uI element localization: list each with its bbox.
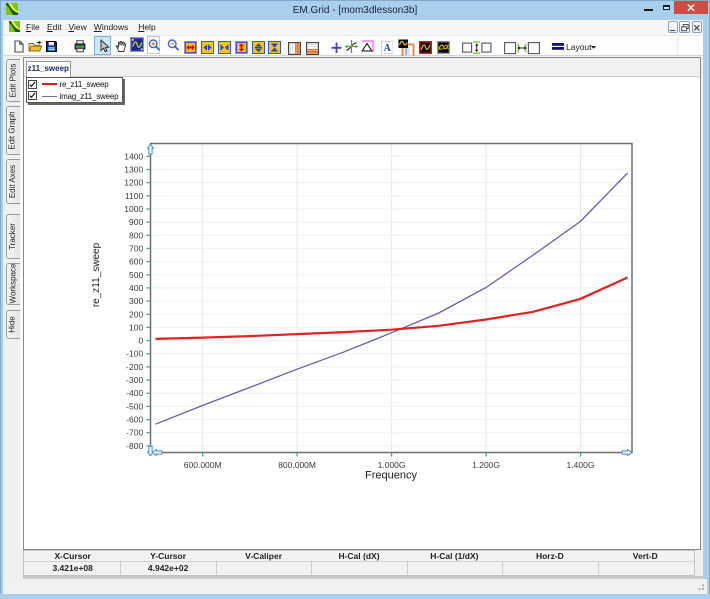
svg-text:-500: -500 [126, 401, 143, 411]
svg-text:1400: 1400 [124, 151, 143, 161]
svg-text:-400: -400 [126, 388, 143, 398]
svg-text:400: 400 [129, 283, 143, 293]
svg-text:1100: 1100 [125, 191, 144, 201]
svg-text:re_z11_sweep: re_z11_sweep [91, 242, 102, 307]
svg-text:1200: 1200 [124, 178, 143, 188]
svg-text:-600: -600 [126, 415, 143, 425]
svg-text:1.200G: 1.200G [472, 460, 500, 470]
svg-text:-300: -300 [126, 375, 143, 385]
svg-text:1.000G: 1.000G [378, 460, 406, 470]
svg-text:600.000M: 600.000M [184, 460, 222, 470]
svg-text:Frequency: Frequency [365, 470, 417, 482]
svg-text:800: 800 [129, 230, 143, 240]
svg-text:300: 300 [129, 296, 143, 306]
svg-text:100: 100 [129, 322, 143, 332]
svg-text:700: 700 [129, 243, 143, 253]
svg-text:800.000M: 800.000M [278, 460, 316, 470]
svg-text:1.400G: 1.400G [567, 460, 595, 470]
svg-text:1000: 1000 [124, 204, 143, 214]
svg-text:0: 0 [138, 336, 143, 346]
svg-text:-800: -800 [126, 441, 143, 451]
svg-text:200: 200 [129, 309, 143, 319]
svg-text:600: 600 [129, 257, 143, 267]
svg-text:-200: -200 [126, 362, 143, 372]
svg-text:-700: -700 [126, 428, 143, 438]
svg-text:1300: 1300 [124, 165, 143, 175]
svg-text:900: 900 [129, 217, 143, 227]
svg-text:-100: -100 [126, 349, 143, 359]
svg-text:500: 500 [129, 270, 143, 280]
